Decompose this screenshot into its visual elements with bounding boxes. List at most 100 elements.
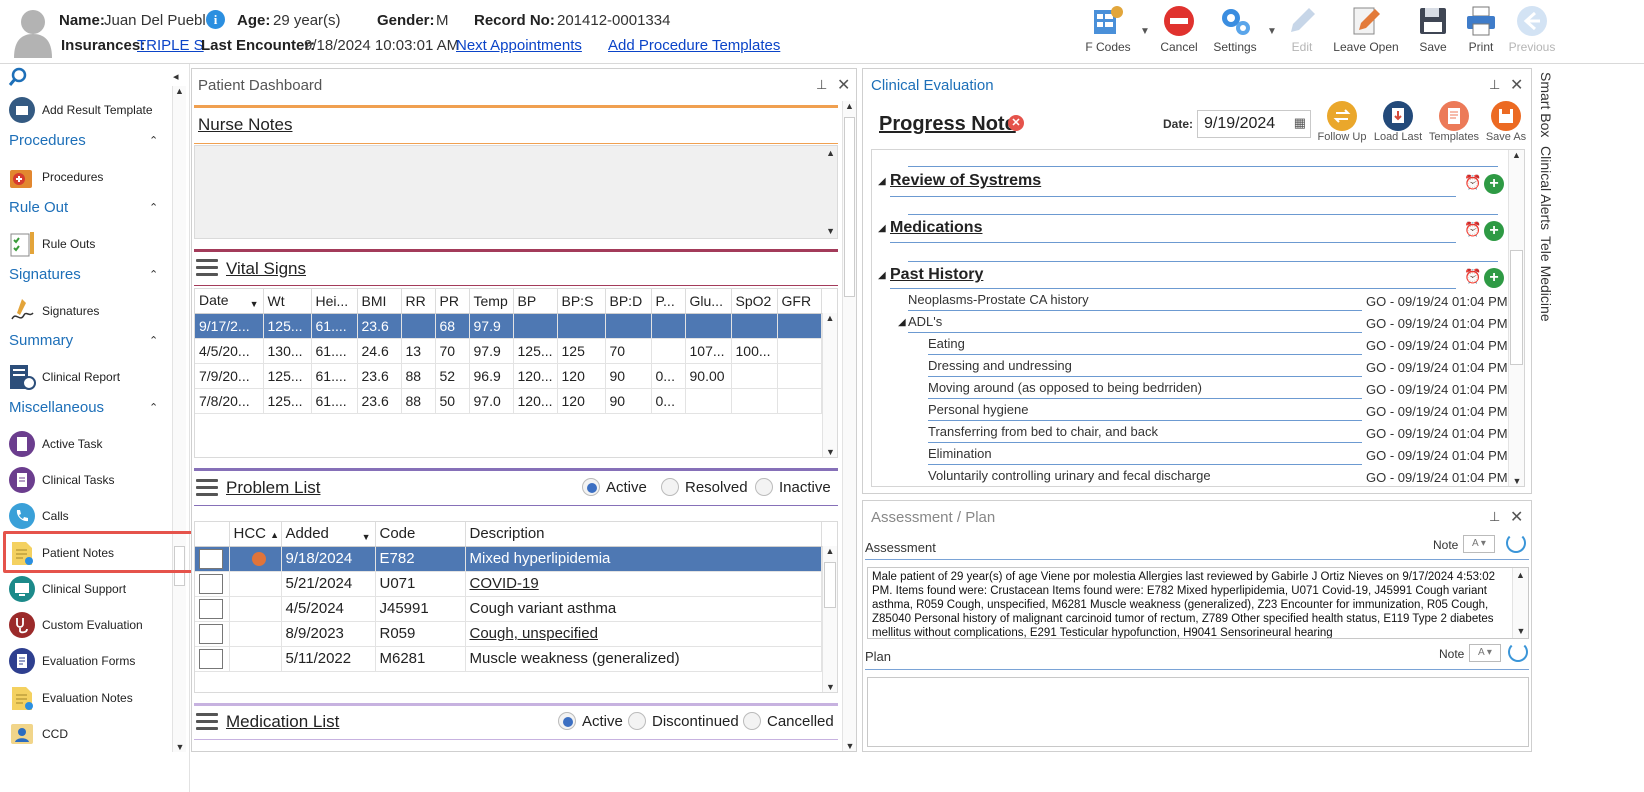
scroll-down-icon[interactable]: ▼ [1509,476,1524,486]
column-header[interactable]: BP [513,289,558,314]
sidebar-item-procedures[interactable]: Procedures [8,161,178,193]
column-header[interactable]: RR [401,289,436,314]
section-review-of-systems[interactable]: Review of Systrems [890,172,1041,190]
problem-filter-resolved[interactable]: Resolved [661,478,748,496]
med-filter-discontinued[interactable]: Discontinued [628,712,739,730]
column-header[interactable]: Glu... [685,289,732,314]
radio-active[interactable] [582,478,600,496]
scroll-down-icon[interactable]: ▼ [1513,624,1528,638]
problem-scroll-thumb[interactable] [824,562,836,608]
assessment-scrollbar[interactable]: ▲ ▼ [1512,568,1528,638]
column-header[interactable]: P... [651,289,686,314]
group-rule-out[interactable]: Rule Out ⌃ [9,199,169,216]
scroll-up-icon[interactable]: ▲ [823,313,837,323]
history-item[interactable]: Personal hygiene [928,402,1028,417]
row-checkbox[interactable] [199,548,223,569]
scroll-up-icon[interactable]: ▲ [1513,568,1528,582]
remove-note-icon[interactable]: ✕ [1008,115,1024,131]
hamburger-icon[interactable] [196,479,218,497]
history-item[interactable]: Elimination [928,446,992,461]
evaluation-scroll-thumb[interactable] [1510,250,1523,365]
column-header-description[interactable]: Description [465,522,822,547]
sidebar-collapse-icon[interactable]: ◂ [173,70,179,83]
print-button[interactable]: Print [1462,4,1500,60]
pin-icon[interactable]: ⊥ [1489,509,1500,525]
save-as-button[interactable]: Save As [1481,101,1531,143]
column-header-code[interactable]: Code [375,522,466,547]
table-cell[interactable]: Mixed hyperlipidemia [465,546,822,572]
row-checkbox[interactable] [199,573,223,594]
scroll-up-icon[interactable]: ▲ [1509,150,1524,160]
med-filter-cancelled[interactable]: Cancelled [743,712,834,730]
sidebar-item-calls[interactable]: Calls [8,500,178,532]
templates-button[interactable]: Templates [1427,101,1481,143]
table-row[interactable]: 4/5/2024 J45991 Cough variant asthma [195,596,822,622]
table-cell[interactable]: COVID-19 [465,571,822,597]
column-header-added[interactable]: Added ▼ [281,522,376,547]
fcodes-dropdown-icon[interactable]: ▼ [1140,26,1150,37]
table-row[interactable]: 7/9/20... 125... 61.... 23.6 88 52 96.9 120... 1… [195,363,822,389]
problem-scrollbar[interactable]: ▲ ▼ [822,546,837,692]
close-icon[interactable]: ✕ [837,75,850,95]
history-item[interactable]: Eating [928,336,965,351]
refresh-icon[interactable] [1506,533,1526,553]
sidebar-item-custom-evaluation[interactable]: Custom Evaluation [8,609,178,641]
column-header[interactable]: Hei... [311,289,358,314]
vitals-scrollbar[interactable]: ▲ ▼ [822,313,837,457]
text-format-dropdown[interactable]: A ▾ [1469,644,1501,662]
pin-icon[interactable]: ⊥ [816,77,827,93]
row-checkbox-cell[interactable] [195,646,230,672]
scroll-down-icon[interactable]: ▼ [823,447,837,457]
column-header[interactable]: GFR [777,289,822,314]
row-checkbox-cell[interactable] [195,621,230,647]
history-item[interactable]: Moving around (as opposed to being bedrr… [928,380,1202,395]
sidebar-item-clinical-support[interactable]: Clinical Support [8,573,178,605]
save-button[interactable]: Save [1414,4,1452,60]
table-row[interactable]: 4/5/20... 130... 61.... 24.6 13 70 97.9 125... 1… [195,338,822,364]
leave-open-button[interactable]: Leave Open [1332,4,1400,60]
info-icon[interactable]: i [206,10,225,29]
sidebar-item-clinical-report[interactable]: Clinical Report [8,361,178,393]
table-row[interactable]: 5/21/2024 U071 COVID-19 [195,571,822,597]
table-cell[interactable]: Cough, unspecified [465,621,822,647]
date-field[interactable]: 9/19/2024 ▦ [1197,110,1311,138]
insurance-link[interactable]: TRIPLE S [137,37,204,54]
radio-cancelled[interactable] [743,712,761,730]
settings-dropdown-icon[interactable]: ▼ [1267,26,1277,37]
med-filter-active[interactable]: Active [558,712,623,730]
add-icon[interactable]: + [1484,221,1504,241]
settings-button[interactable]: Settings [1208,4,1262,60]
add-icon[interactable]: + [1484,174,1504,194]
radio-discontinued[interactable] [628,712,646,730]
hamburger-icon[interactable] [196,259,218,277]
row-checkbox-cell[interactable] [195,546,230,572]
row-checkbox-cell[interactable] [195,596,230,622]
edit-button[interactable]: Edit [1282,4,1322,60]
sidebar-item-ccd[interactable]: CCD [8,718,178,750]
column-header[interactable]: BMI [357,289,402,314]
column-header[interactable]: BP:D [605,289,652,314]
sidebar-item-signatures[interactable]: Signatures [8,295,178,327]
table-row[interactable]: 7/8/20... 125... 61.... 23.6 88 50 97.0 120... 1… [195,388,822,414]
scroll-up-icon[interactable]: ▲ [843,101,856,111]
column-header[interactable]: Temp [469,289,514,314]
nurse-notes-textarea[interactable]: ▲ ▼ [194,145,838,239]
radio-active[interactable] [558,712,576,730]
add-procedure-templates-link[interactable]: Add Procedure Templates [608,37,780,54]
collapse-icon[interactable]: ◢ [878,223,886,234]
group-procedures[interactable]: Procedures ⌃ [9,132,169,149]
history-item[interactable]: Dressing and undressing [928,358,1072,373]
previous-button[interactable]: Previous [1508,4,1556,60]
tab-smart-box[interactable]: Smart Box [1538,72,1554,137]
history-item[interactable]: Voluntarily controlling urinary and feca… [928,468,1211,483]
text-format-dropdown[interactable]: A ▾ [1463,535,1495,553]
row-checkbox[interactable] [199,623,223,644]
table-row[interactable]: 8/9/2023 R059 Cough, unspecified [195,621,822,647]
alarm-icon[interactable]: ⏰ [1464,221,1481,238]
search-icon[interactable] [8,67,28,87]
fcodes-button[interactable]: F Codes [1082,4,1134,60]
dashboard-scrollbar[interactable]: ▲ ▼ [842,101,856,751]
assessment-textarea[interactable]: Male patient of 29 year(s) of age Viene … [867,567,1529,639]
history-item[interactable]: Neoplasms-Prostate CA history [908,292,1089,307]
history-item[interactable]: ADL's [908,314,942,329]
